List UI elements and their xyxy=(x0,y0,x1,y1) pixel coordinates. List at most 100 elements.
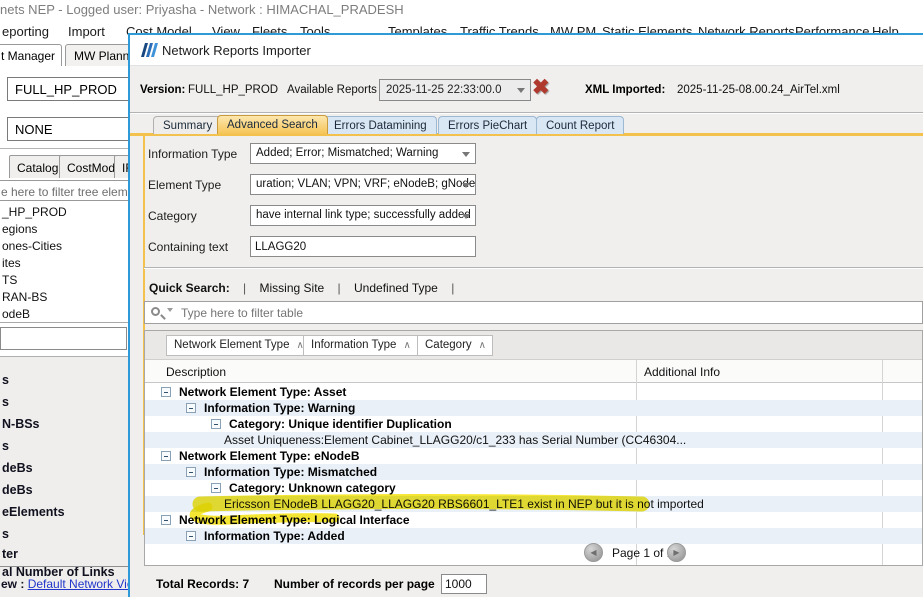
tree-item[interactable]: ites xyxy=(2,256,21,270)
caret-up-icon: ∧ xyxy=(472,340,486,351)
containing-text-input[interactable] xyxy=(250,236,476,257)
group-category-button[interactable]: Category∧ xyxy=(417,335,493,356)
summary-item: s xyxy=(2,373,9,387)
table-row[interactable]: Network Element Type: eNodeB xyxy=(145,448,922,464)
collapse-icon[interactable] xyxy=(161,451,171,461)
version-value: FULL_HP_PROD xyxy=(188,84,278,96)
separator: | xyxy=(328,281,351,295)
group-information-type-button[interactable]: Information Type∧ xyxy=(303,335,418,356)
results-table: Network Element Type∧ Information Type∧ … xyxy=(144,330,923,566)
summary-item: deBs xyxy=(2,483,33,497)
collapse-icon[interactable] xyxy=(211,419,221,429)
tree-search-input[interactable] xyxy=(0,327,127,350)
table-row[interactable]: Information Type: Warning xyxy=(145,400,922,416)
xml-imported-label: XML Imported: xyxy=(585,84,665,96)
tree-item[interactable]: TS xyxy=(2,273,17,287)
column-additional-info[interactable]: Additional Info xyxy=(644,365,720,379)
row-label: Information Type: Mismatched xyxy=(204,465,377,479)
missing-site-link[interactable]: Missing Site xyxy=(260,281,325,295)
table-filter-input[interactable] xyxy=(179,303,899,322)
row-label: Category: Unique identifier Duplication xyxy=(229,417,452,431)
table-row[interactable]: Information Type: Mismatched xyxy=(145,464,922,480)
table-row[interactable]: Category: Unknown category xyxy=(145,480,922,496)
tab-summary[interactable]: Summary xyxy=(153,116,222,134)
collapse-icon[interactable] xyxy=(186,467,196,477)
page-previous-button[interactable]: ◀ xyxy=(584,543,603,562)
dialog-titlebar[interactable]: Network Reports Importer xyxy=(130,35,923,66)
tab-catalog[interactable]: Catalog xyxy=(9,155,66,178)
element-tree: _HP_PROD egions ones-Cities ites TS RAN-… xyxy=(0,202,129,323)
group-button-label: Information Type xyxy=(311,339,396,351)
table-row[interactable]: Information Type: Added xyxy=(145,528,922,544)
dialog-title: Network Reports Importer xyxy=(162,43,311,58)
table-row[interactable]: Category: Unique identifier Duplication xyxy=(145,416,922,432)
tab-advanced-search[interactable]: Advanced Search xyxy=(217,115,328,134)
caret-up-icon: ∧ xyxy=(289,340,303,351)
search-icon xyxy=(160,314,166,320)
chevron-down-icon xyxy=(462,183,470,188)
collapse-icon[interactable] xyxy=(186,403,196,413)
tree-item[interactable]: _HP_PROD xyxy=(2,205,67,219)
grouping-row: Network Element Type∧ Information Type∧ … xyxy=(145,331,922,360)
category-select[interactable]: have internal link type; successfully ad… xyxy=(250,205,476,226)
window-title: nets NEP - Logged user: Priyasha - Netwo… xyxy=(0,2,923,20)
chevron-down-icon xyxy=(462,214,470,219)
records-per-page-label: Number of records per page xyxy=(274,577,435,591)
search-icon xyxy=(151,307,160,316)
collapse-icon[interactable] xyxy=(161,515,171,525)
row-label: Ericsson ENodeB LLAGG20_LLAGG20 RBS6601_… xyxy=(224,497,704,511)
search-filter-chevron-icon xyxy=(167,308,173,312)
row-label: Category: Unknown category xyxy=(229,481,396,495)
group-network-element-type-button[interactable]: Network Element Type∧ xyxy=(166,335,311,356)
tree-item[interactable]: egions xyxy=(2,222,37,236)
table-row[interactable]: Asset Uniqueness:Element Cabinet_LLAGG20… xyxy=(145,432,922,448)
xml-imported-value: 2025-11-25-08.00.24_AirTel.xml xyxy=(677,84,840,96)
category-value: have internal link type; successfully ad… xyxy=(256,209,471,221)
table-header-row: Description Additional Info xyxy=(145,360,922,383)
collapse-icon[interactable] xyxy=(186,531,196,541)
page-next-button[interactable]: ▶ xyxy=(667,543,686,562)
tree-item[interactable]: RAN-BS xyxy=(2,290,47,304)
element-type-select[interactable]: uration; VLAN; VPN; VRF; eNodeB; gNodeB xyxy=(250,174,476,195)
quick-search-row: Quick Search: | Missing Site | Undefined… xyxy=(149,281,464,295)
containing-text-label: Containing text xyxy=(148,240,228,254)
tab-errors-piechart[interactable]: Errors PieChart xyxy=(438,116,537,134)
available-reports-select[interactable]: 2025-11-25 22:33:00.0 xyxy=(379,79,531,101)
summary-item: deBs xyxy=(2,461,33,475)
menu-item[interactable]: eporting xyxy=(2,24,49,39)
information-type-value: Added; Error; Mismatched; Warning xyxy=(256,147,438,159)
collapse-icon[interactable] xyxy=(211,483,221,493)
summary-item: eElements xyxy=(2,505,65,519)
separator: | xyxy=(233,281,256,295)
table-row[interactable]: Network Element Type: Asset xyxy=(145,384,922,400)
chevron-down-icon xyxy=(462,152,470,157)
tab-count-report[interactable]: Count Report xyxy=(536,116,624,134)
information-type-select[interactable]: Added; Error; Mismatched; Warning xyxy=(250,143,476,164)
tree-item[interactable]: ones-Cities xyxy=(2,239,62,253)
collapse-icon[interactable] xyxy=(161,387,171,397)
default-network-view-link[interactable]: Default Network View xyxy=(28,577,143,591)
category-label: Category xyxy=(148,209,197,223)
quick-search-label: Quick Search: xyxy=(149,281,230,295)
screen: nets NEP - Logged user: Priyasha - Netwo… xyxy=(0,0,923,597)
summary-item: s xyxy=(2,395,9,409)
version-label: Version: xyxy=(140,84,185,96)
column-description[interactable]: Description xyxy=(166,365,226,379)
divider xyxy=(144,267,923,269)
undefined-type-link[interactable]: Undefined Type xyxy=(354,281,438,295)
summary-panel: s s N-BSs s deBs deBs eElements s ter al… xyxy=(0,356,129,597)
separator: | xyxy=(441,281,464,295)
tree-filter-input[interactable]: e here to filter tree elemen xyxy=(0,180,129,201)
table-row-highlighted[interactable]: Ericsson ENodeB LLAGG20_LLAGG20 RBS6601_… xyxy=(145,496,922,512)
divider xyxy=(130,112,923,114)
table-row[interactable]: Network Element Type: Logical Interface xyxy=(145,512,922,528)
tab-errors-datamining[interactable]: Errors Datamining xyxy=(324,116,437,134)
row-label: Network Element Type: Asset xyxy=(179,385,346,399)
app-logo-icon xyxy=(140,42,159,63)
page-indicator: Page 1 of 1 xyxy=(612,546,673,560)
records-per-page-input[interactable] xyxy=(441,574,487,594)
delete-report-icon[interactable]: ✖ xyxy=(532,75,550,100)
tab-manager[interactable]: t Manager xyxy=(0,44,62,66)
tree-item[interactable]: odeB xyxy=(2,307,30,321)
menu-item[interactable]: Import xyxy=(68,24,105,39)
